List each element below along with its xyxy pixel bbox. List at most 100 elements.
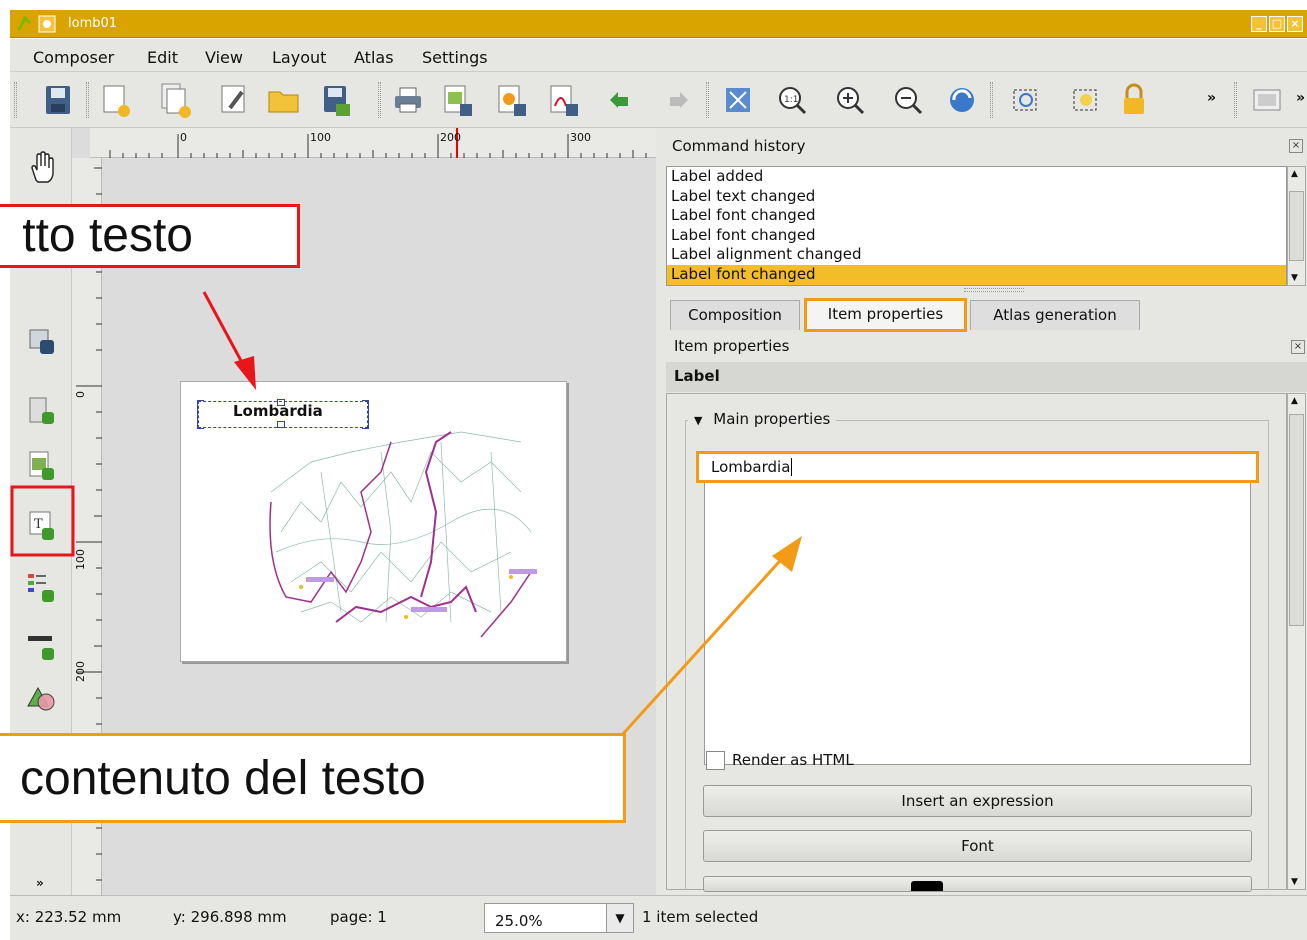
resize-handle-top[interactable]: [277, 399, 285, 406]
properties-scroll-thumb[interactable]: [1289, 414, 1304, 626]
selected-label-item[interactable]: Lombardia: [197, 399, 369, 429]
main-toolbar: 1:1 » »: [10, 72, 1307, 128]
hruler-label-300: 300: [570, 131, 591, 144]
history-item[interactable]: Label font changed: [667, 226, 1286, 246]
menubar: Composer Edit View Layout Atlas Settings: [10, 39, 1307, 72]
add-picture-icon[interactable]: [24, 448, 60, 484]
window-menu-icon[interactable]: [38, 15, 56, 33]
add-shape-icon[interactable]: [24, 680, 60, 716]
history-item[interactable]: Label font changed: [667, 206, 1286, 226]
add-image-icon[interactable]: [24, 392, 60, 428]
toolbar-overflow-icon[interactable]: »: [1207, 90, 1216, 106]
tab-atlas-generation[interactable]: Atlas generation: [970, 300, 1140, 330]
font-button[interactable]: Font: [703, 830, 1252, 862]
print-icon[interactable]: [390, 80, 426, 120]
menu-view[interactable]: View: [205, 48, 243, 67]
undo-icon[interactable]: [602, 80, 638, 120]
zoom-combobox[interactable]: 25.0%: [484, 903, 608, 933]
history-scroll-thumb[interactable]: [1289, 191, 1304, 261]
export-svg-icon[interactable]: [494, 80, 530, 120]
command-history-list[interactable]: Label added Label text changed Label fon…: [666, 166, 1287, 286]
add-label-icon[interactable]: T: [24, 508, 60, 544]
panel-splitter[interactable]: [656, 128, 664, 895]
add-legend-icon[interactable]: [24, 570, 60, 606]
label-text-input[interactable]: Lombardia: [696, 451, 1259, 483]
resize-handle-right[interactable]: [362, 400, 369, 429]
select-all-icon[interactable]: [1008, 80, 1044, 120]
vruler-label-100: 100: [74, 549, 87, 570]
add-scalebar-icon[interactable]: [24, 630, 60, 666]
callout-box-bottom: contenuto del testo: [0, 733, 626, 823]
section-label-title: Label: [674, 367, 720, 385]
history-item[interactable]: Label text changed: [667, 187, 1286, 207]
toolbar-separator: [86, 82, 89, 118]
menu-layout[interactable]: Layout: [272, 48, 326, 67]
close-history-icon[interactable]: ×: [1289, 139, 1303, 153]
scroll-up-icon[interactable]: ▲: [1291, 396, 1298, 406]
vruler-label-0: 0: [74, 391, 87, 398]
redo-icon[interactable]: [660, 80, 696, 120]
toolbar-separator: [706, 82, 709, 118]
new-composer-icon[interactable]: [98, 80, 134, 120]
section-header: Label: [666, 362, 1307, 392]
toolbar-separator: [1234, 82, 1237, 118]
font-color-button[interactable]: [703, 876, 1252, 892]
resize-handle-bottom[interactable]: [277, 421, 285, 428]
qgis-logo-icon: [17, 15, 32, 31]
collapse-arrow-icon[interactable]: ▼: [694, 414, 702, 427]
hruler-label-200: 200: [440, 131, 461, 144]
render-html-label: Render as HTML: [732, 751, 854, 769]
resize-handle-left[interactable]: [197, 400, 204, 429]
window-titlebar: lomb01 _ □ ×: [10, 10, 1307, 38]
minimize-button[interactable]: _: [1251, 16, 1267, 32]
tab-composition[interactable]: Composition: [670, 300, 800, 330]
toolbar-overflow-icon-2[interactable]: »: [1296, 90, 1305, 106]
properties-scrollbar[interactable]: ▲ ▼: [1287, 393, 1306, 890]
history-item[interactable]: Label alignment changed: [667, 245, 1286, 265]
map-item[interactable]: [261, 412, 541, 642]
menu-settings[interactable]: Settings: [422, 48, 488, 67]
zoom-out-icon[interactable]: [890, 80, 926, 120]
zoom-actual-icon[interactable]: 1:1: [774, 80, 810, 120]
open-template-icon[interactable]: [266, 80, 302, 120]
deselect-icon[interactable]: [1068, 80, 1104, 120]
scroll-down-icon[interactable]: ▼: [1291, 877, 1298, 887]
lock-icon[interactable]: [1116, 80, 1152, 120]
maximize-button[interactable]: □: [1269, 16, 1285, 32]
command-history-title: Command history: [672, 137, 806, 155]
chevron-down-icon[interactable]: ▼: [606, 903, 634, 933]
render-html-checkbox[interactable]: [706, 751, 725, 770]
refresh-icon[interactable]: [944, 80, 980, 120]
zoom-full-icon[interactable]: [720, 80, 756, 120]
save-as-template-icon[interactable]: [318, 80, 354, 120]
tab-item-properties[interactable]: Item properties: [804, 298, 967, 332]
menu-edit[interactable]: Edit: [147, 48, 178, 67]
atlas-preview-icon[interactable]: [1250, 80, 1286, 120]
pan-hand-icon[interactable]: [24, 150, 60, 186]
save-icon[interactable]: [40, 80, 76, 120]
add-map-icon[interactable]: [24, 324, 60, 360]
toolbar-more-icon[interactable]: »: [36, 876, 44, 890]
close-button[interactable]: ×: [1287, 16, 1303, 32]
export-pdf-icon[interactable]: [546, 80, 582, 120]
history-item-selected[interactable]: Label font changed: [667, 264, 1286, 285]
scroll-up-icon[interactable]: ▲: [1291, 169, 1298, 179]
main-properties-toggle[interactable]: ▼ Main properties: [688, 410, 837, 428]
callout-box-top: tto testo: [0, 204, 300, 268]
export-image-icon[interactable]: [440, 80, 476, 120]
menu-composer[interactable]: Composer: [33, 48, 114, 67]
label-text-area[interactable]: [704, 483, 1251, 765]
duplicate-composer-icon[interactable]: [158, 80, 194, 120]
history-scrollbar[interactable]: ▲ ▼: [1287, 166, 1306, 286]
composer-manager-icon[interactable]: [216, 80, 252, 120]
zoom-in-icon[interactable]: [832, 80, 868, 120]
hruler-label-0: 0: [180, 131, 187, 144]
scroll-down-icon[interactable]: ▼: [1291, 273, 1298, 283]
main-properties-label: Main properties: [713, 410, 831, 428]
close-item-properties-icon[interactable]: ×: [1291, 340, 1305, 354]
dock-splitter[interactable]: [964, 288, 1024, 292]
menu-atlas[interactable]: Atlas: [354, 48, 394, 67]
insert-expression-button[interactable]: Insert an expression: [703, 785, 1252, 817]
color-swatch: [911, 881, 943, 891]
history-item[interactable]: Label added: [667, 167, 1286, 187]
